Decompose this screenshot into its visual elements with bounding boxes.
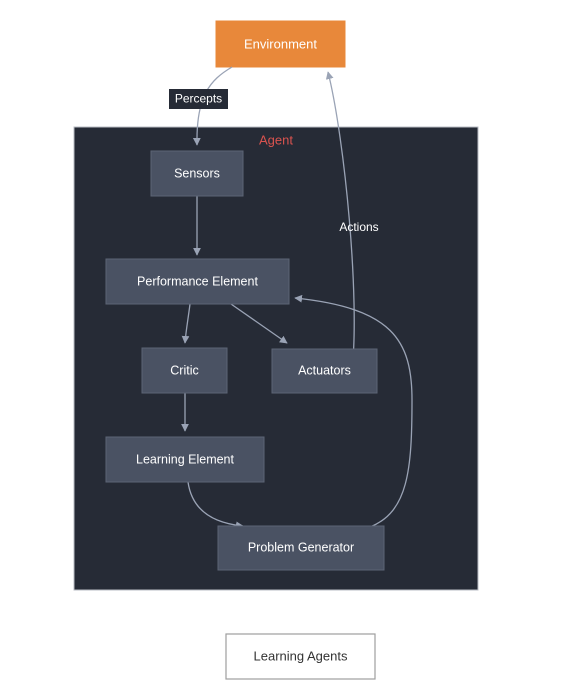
percepts-label: Percepts: [175, 92, 222, 106]
environment-node-label: Environment: [244, 36, 317, 51]
actuators-node-label: Actuators: [298, 363, 351, 377]
learning-agent-diagram: Environment Agent Sensors Performance El…: [0, 0, 564, 696]
performance-element-node-label: Performance Element: [137, 274, 258, 288]
caption-label: Learning Agents: [254, 648, 348, 663]
agent-container-label: Agent: [259, 132, 293, 147]
diagram-canvas: Environment Agent Sensors Performance El…: [73, 20, 479, 680]
critic-node-label: Critic: [170, 363, 198, 377]
actions-label: Actions: [339, 220, 378, 234]
problem-generator-node-label: Problem Generator: [248, 540, 354, 554]
learning-element-node-label: Learning Element: [136, 452, 235, 466]
sensors-node-label: Sensors: [174, 166, 220, 180]
